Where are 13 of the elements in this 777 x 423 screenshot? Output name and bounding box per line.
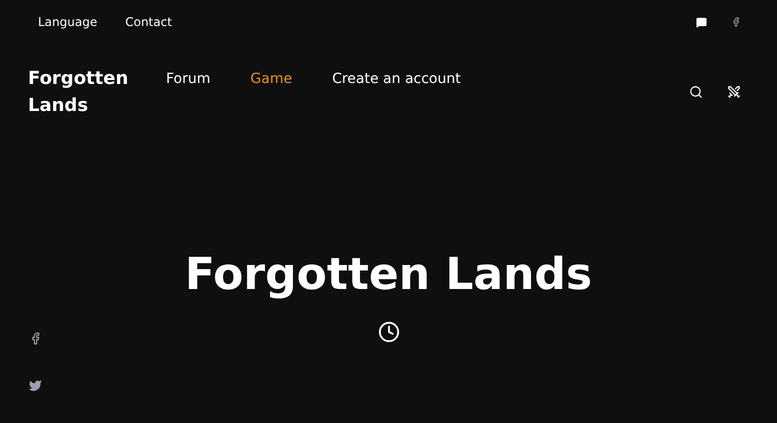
nav-link[interactable]: Create an account: [332, 65, 461, 93]
top-link[interactable]: Contact: [125, 13, 172, 31]
nav-link[interactable]: Forum: [166, 65, 210, 93]
search-icon[interactable]: [689, 85, 703, 99]
hero-title: Forgotten Lands: [184, 249, 592, 301]
site-logo[interactable]: Forgotten Lands: [28, 65, 128, 119]
twitter-icon[interactable]: [29, 379, 42, 392]
chat-icon[interactable]: [696, 16, 707, 28]
swords-icon[interactable]: [727, 85, 741, 99]
nav-link[interactable]: Game: [250, 65, 292, 93]
facebook-icon[interactable]: [731, 17, 741, 27]
clock-icon: [378, 321, 400, 343]
top-link[interactable]: Language: [38, 13, 98, 31]
